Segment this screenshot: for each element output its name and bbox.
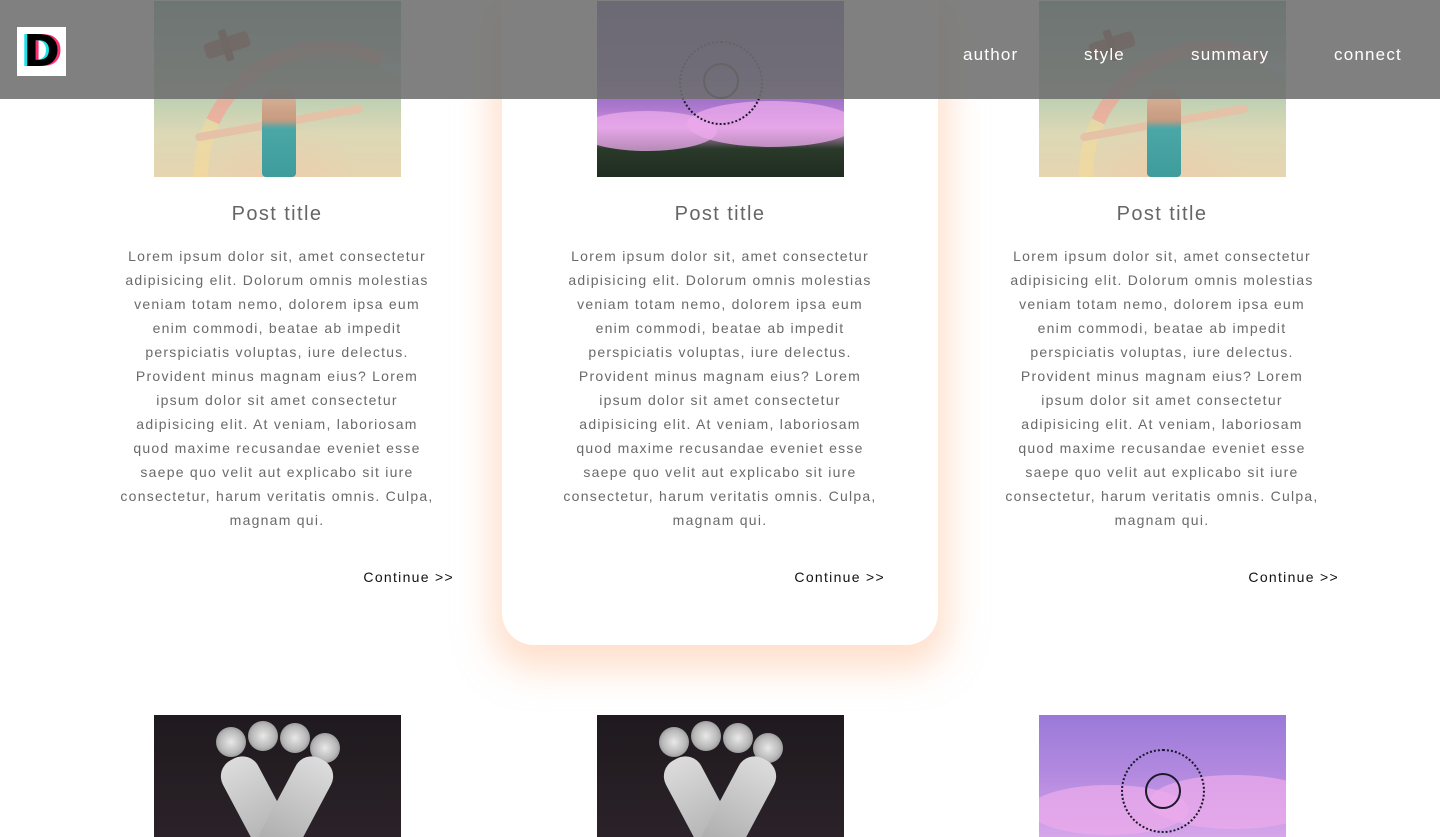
person-shape	[262, 89, 296, 177]
nav-link-connect[interactable]: connect	[1334, 45, 1402, 65]
nav-link-author[interactable]: author	[963, 45, 1018, 65]
excerpt-line: veniam totam nemo, dolorem ipsa eum	[1019, 296, 1305, 312]
excerpt-line: enim commodi, beatae ab impedit	[152, 320, 402, 336]
excerpt-line: perspiciatis voluptas, iure delectus.	[588, 344, 852, 360]
excerpt-line: veniam totam nemo, dolorem ipsa eum	[134, 296, 420, 312]
sun-icon	[1144, 773, 1181, 809]
excerpt-line: adipisicing elit. At veniam, laboriosam	[579, 416, 861, 432]
person-shape	[1147, 89, 1181, 177]
excerpt-line: adipisicing elit. Dolorum omnis molestia…	[1010, 272, 1314, 288]
excerpt-line: veniam totam nemo, dolorem ipsa eum	[577, 296, 863, 312]
excerpt-line: Lorem ipsum dolor sit, amet consectetur	[571, 248, 869, 264]
rose-shape	[216, 727, 246, 757]
excerpt-line: magnam qui.	[672, 512, 768, 528]
continue-link[interactable]: Continue >>	[1248, 569, 1339, 585]
top-nav-bar: D author style summary connect	[0, 0, 1440, 99]
excerpt-line: Provident minus magnam eius? Lorem	[1020, 368, 1304, 384]
post-excerpt: Lorem ipsum dolor sit, amet consectetur …	[997, 244, 1327, 532]
nav-link-summary[interactable]: summary	[1191, 45, 1269, 65]
excerpt-line: enim commodi, beatae ab impedit	[1037, 320, 1287, 336]
excerpt-line: adipisicing elit. At veniam, laboriosam	[1021, 416, 1303, 432]
excerpt-line: Provident minus magnam eius? Lorem	[135, 368, 419, 384]
post-title: Post title	[674, 203, 766, 225]
rose-shape	[248, 721, 278, 751]
excerpt-line: quod maxime recusandae eveniet esse	[133, 440, 421, 456]
excerpt-line: ipsum dolor sit amet consectetur	[1041, 392, 1283, 408]
post-image-hands-flower-crown[interactable]	[154, 715, 401, 837]
post-image-purple-sky[interactable]	[1039, 715, 1286, 837]
excerpt-line: ipsum dolor sit amet consectetur	[599, 392, 841, 408]
excerpt-line: Lorem ipsum dolor sit, amet consectetur	[128, 248, 426, 264]
excerpt-line: enim commodi, beatae ab impedit	[595, 320, 845, 336]
excerpt-line: Provident minus magnam eius? Lorem	[578, 368, 862, 384]
excerpt-line: perspiciatis voluptas, iure delectus.	[145, 344, 409, 360]
excerpt-line: perspiciatis voluptas, iure delectus.	[1030, 344, 1294, 360]
rose-shape	[280, 723, 310, 753]
excerpt-line: saepe quo velit aut explicabo sit iure	[140, 464, 414, 480]
post-excerpt: Lorem ipsum dolor sit, amet consectetur …	[112, 244, 442, 532]
continue-link[interactable]: Continue >>	[363, 569, 454, 585]
excerpt-line: quod maxime recusandae eveniet esse	[1018, 440, 1306, 456]
nav-link-style[interactable]: style	[1084, 45, 1125, 65]
excerpt-line: Lorem ipsum dolor sit, amet consectetur	[1013, 248, 1311, 264]
excerpt-line: saepe quo velit aut explicabo sit iure	[1025, 464, 1299, 480]
rose-shape	[691, 721, 721, 751]
excerpt-line: adipisicing elit. At veniam, laboriosam	[136, 416, 418, 432]
excerpt-line: saepe quo velit aut explicabo sit iure	[583, 464, 857, 480]
excerpt-line: quod maxime recusandae eveniet esse	[576, 440, 864, 456]
rose-shape	[723, 723, 753, 753]
continue-link[interactable]: Continue >>	[794, 569, 885, 585]
excerpt-line: ipsum dolor sit amet consectetur	[156, 392, 398, 408]
excerpt-line: adipisicing elit. Dolorum omnis molestia…	[125, 272, 429, 288]
excerpt-line: adipisicing elit. Dolorum omnis molestia…	[568, 272, 872, 288]
post-image-hands-flower-crown[interactable]	[597, 715, 844, 837]
blog-page: Post title Lorem ipsum dolor sit, amet c…	[0, 0, 1440, 837]
post-title: Post title	[231, 203, 323, 225]
logo-letter: D	[23, 26, 60, 77]
rose-shape	[659, 727, 689, 757]
excerpt-line: consectetur, harum veritatis omnis. Culp…	[563, 488, 877, 504]
excerpt-line: consectetur, harum veritatis omnis. Culp…	[1005, 488, 1319, 504]
excerpt-line: magnam qui.	[229, 512, 325, 528]
excerpt-line: magnam qui.	[1114, 512, 1210, 528]
excerpt-line: consectetur, harum veritatis omnis. Culp…	[120, 488, 434, 504]
post-title: Post title	[1116, 203, 1208, 225]
site-logo[interactable]: D	[17, 27, 66, 76]
post-excerpt: Lorem ipsum dolor sit, amet consectetur …	[502, 244, 938, 532]
